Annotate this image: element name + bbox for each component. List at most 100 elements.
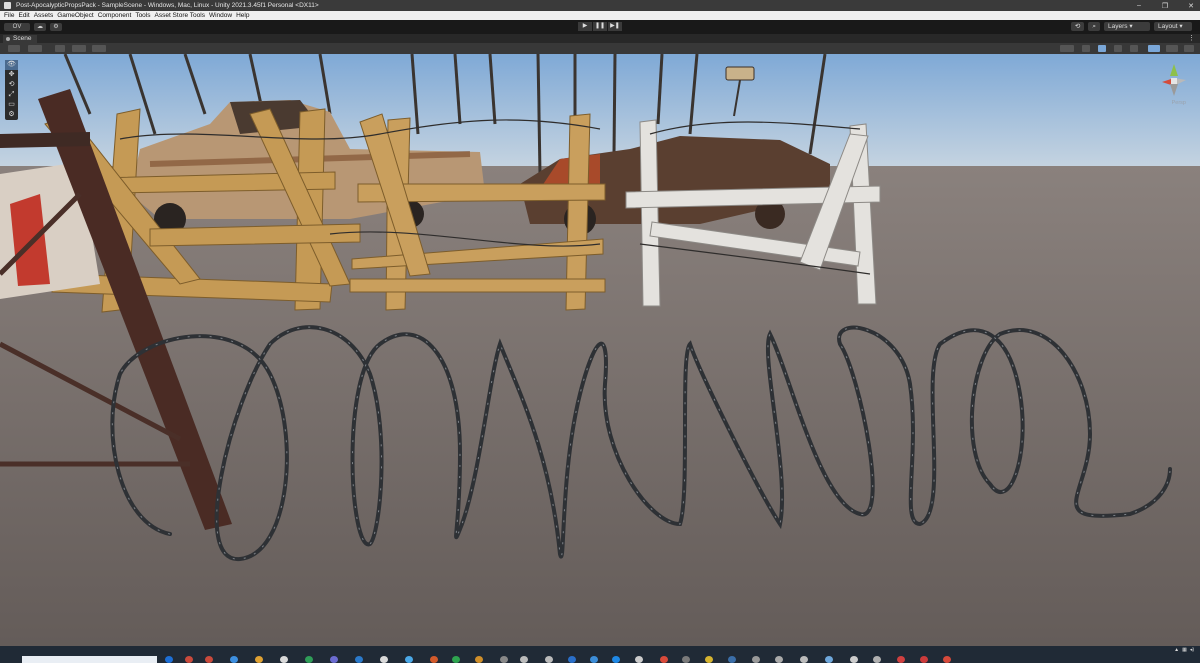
taskbar-app-icon[interactable]: [500, 656, 508, 663]
taskbar-app-icon[interactable]: [635, 656, 643, 663]
taskbar-app-icon[interactable]: [660, 656, 668, 663]
scene-viewport[interactable]: [0, 54, 1200, 646]
draw-mode-icon[interactable]: [8, 45, 20, 52]
taskbar-app-icon[interactable]: [590, 656, 598, 663]
play-controls: ▶ ❚❚ ▶❚: [578, 22, 622, 31]
scale-tool-button[interactable]: ⤢: [5, 90, 18, 100]
menu-help[interactable]: Help: [236, 12, 249, 19]
taskbar-app-icon[interactable]: [230, 656, 238, 663]
audio-icon[interactable]: [1082, 45, 1090, 52]
gizmos-icon[interactable]: [1148, 45, 1160, 52]
tab-scene[interactable]: Scene: [3, 35, 38, 43]
view-tool-button[interactable]: 👁: [5, 60, 18, 70]
menu-file[interactable]: File: [4, 12, 14, 19]
menu-asset-store-tools[interactable]: Asset Store Tools: [155, 12, 205, 19]
title-bar: Post-ApocalypticPropsPack - SampleScene …: [0, 0, 1200, 11]
taskbar-app-icon[interactable]: [873, 656, 881, 663]
effects-icon[interactable]: [1098, 45, 1106, 52]
close-button[interactable]: ✕: [1186, 2, 1196, 10]
system-tray: ▲ ▦ ◂): [1174, 647, 1194, 653]
taskbar-app-icon[interactable]: [800, 656, 808, 663]
layout-label: Layout: [1158, 23, 1178, 30]
grid-icon[interactable]: [55, 45, 65, 52]
collab-icon[interactable]: ⚙: [50, 23, 62, 31]
taskbar-app-icon[interactable]: [775, 656, 783, 663]
menu-component[interactable]: Component: [98, 12, 132, 19]
taskbar-app-icon[interactable]: [897, 656, 905, 663]
taskbar-app-icon[interactable]: [612, 656, 620, 663]
more-options-icon[interactable]: ⋮: [1188, 34, 1195, 42]
taskbar-app-icon[interactable]: [475, 656, 483, 663]
play-button[interactable]: ▶: [578, 22, 592, 31]
taskbar-app-icon[interactable]: [355, 656, 363, 663]
volume-icon[interactable]: ◂): [1190, 647, 1194, 653]
step-button[interactable]: ▶❚: [608, 22, 622, 31]
rotate-tool-button[interactable]: ⟲: [5, 80, 18, 90]
taskbar-app-icon[interactable]: [405, 656, 413, 663]
taskbar-app-icon[interactable]: [280, 656, 288, 663]
layers-dropdown[interactable]: Layers ▾: [1104, 22, 1150, 31]
transform-tool-button[interactable]: ⚙: [5, 110, 18, 120]
taskbar-app-icon[interactable]: [330, 656, 338, 663]
os-taskbar: [0, 646, 1200, 663]
shading-icon[interactable]: [28, 45, 42, 52]
lighting-icon[interactable]: [1060, 45, 1074, 52]
increment-snap-icon[interactable]: [92, 45, 106, 52]
history-icon[interactable]: ⟲: [1070, 22, 1085, 31]
hidden-objects-icon[interactable]: [1114, 45, 1122, 52]
taskbar-app-icon[interactable]: [943, 656, 951, 663]
account-label: OV: [12, 24, 22, 30]
taskbar-app-icon[interactable]: [185, 656, 193, 663]
taskbar-app-icon[interactable]: [430, 656, 438, 663]
taskbar-app-icon[interactable]: [305, 656, 313, 663]
tab-bar: Scene ⋮: [0, 34, 1200, 43]
search-icon[interactable]: ⌕: [1088, 22, 1100, 31]
taskbar-app-icon[interactable]: [545, 656, 553, 663]
taskbar-app-icon[interactable]: [165, 656, 173, 663]
scene-tab-label: Scene: [13, 35, 32, 42]
taskbar-app-icon[interactable]: [752, 656, 760, 663]
menu-gameobject[interactable]: GameObject: [57, 12, 94, 19]
menu-tools[interactable]: Tools: [135, 12, 150, 19]
taskbar-app-icon[interactable]: [568, 656, 576, 663]
maximize-button[interactable]: ❐: [1160, 2, 1170, 10]
tray-icon[interactable]: ▲: [1174, 647, 1179, 653]
scene-render: [0, 54, 1200, 646]
menu-window[interactable]: Window: [209, 12, 232, 19]
toolbar-right: ⟲ ⌕ Layers ▾ Layout ▾: [1070, 22, 1192, 31]
taskbar-app-icon[interactable]: [205, 656, 213, 663]
pause-button[interactable]: ❚❚: [593, 22, 607, 31]
menu-assets[interactable]: Assets: [34, 12, 54, 19]
taskbar-app-icon[interactable]: [920, 656, 928, 663]
taskbar-app-icon[interactable]: [705, 656, 713, 663]
menu-bar: File Edit Assets GameObject Component To…: [0, 11, 1200, 20]
move-tool-button[interactable]: ✥: [5, 70, 18, 80]
2d-toggle-icon[interactable]: [1166, 45, 1178, 52]
taskbar-app-icon[interactable]: [452, 656, 460, 663]
taskbar-app-icon[interactable]: [728, 656, 736, 663]
layout-dropdown[interactable]: Layout ▾: [1154, 22, 1192, 31]
taskbar-app-icon[interactable]: [255, 656, 263, 663]
taskbar-search[interactable]: [22, 656, 157, 663]
taskbar-app-icon[interactable]: [520, 656, 528, 663]
taskbar-app-icon[interactable]: [850, 656, 858, 663]
menu-edit[interactable]: Edit: [18, 12, 29, 19]
minimize-button[interactable]: –: [1134, 2, 1144, 9]
cloud-icon[interactable]: ☁: [34, 23, 46, 31]
perspective-label[interactable]: Persp: [1172, 100, 1186, 106]
taskbar-app-icon[interactable]: [825, 656, 833, 663]
unity-logo-icon: [4, 2, 11, 9]
taskbar-app-icon[interactable]: [682, 656, 690, 663]
taskbar-app-icon[interactable]: [380, 656, 388, 663]
road-sign: [725, 66, 755, 81]
view-tool-icon[interactable]: [1184, 45, 1194, 52]
network-icon[interactable]: ▦: [1182, 647, 1187, 653]
snap-icon[interactable]: [72, 45, 86, 52]
window-controls: – ❐ ✕: [1134, 0, 1196, 11]
window-title: Post-ApocalypticPropsPack - SampleScene …: [16, 2, 319, 9]
camera-settings-icon[interactable]: [1130, 45, 1138, 52]
account-dropdown[interactable]: OV: [4, 23, 30, 31]
rect-tool-button[interactable]: ▭: [5, 100, 18, 110]
scene-view-toolbar: [0, 43, 1200, 54]
scene-tools-panel: 👁 ✥ ⟲ ⤢ ▭ ⚙: [5, 60, 18, 120]
